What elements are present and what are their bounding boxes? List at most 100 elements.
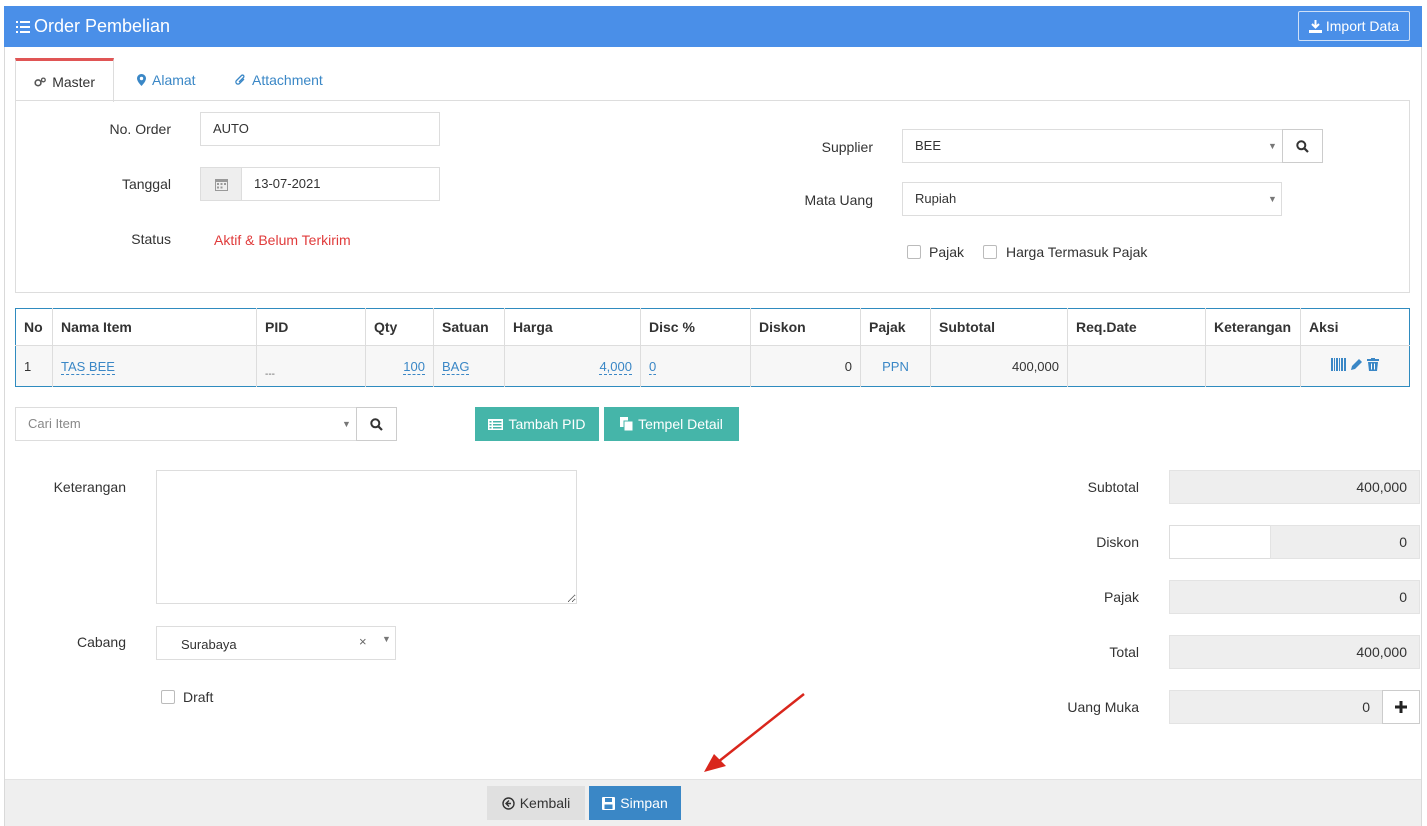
save-button[interactable]: Simpan: [589, 786, 681, 820]
calendar-icon: [214, 178, 228, 191]
list-alt-icon: [488, 418, 504, 430]
supplier-select[interactable]: BEE: [902, 129, 1283, 163]
currency-select[interactable]: Rupiah: [902, 182, 1282, 216]
save-label: Simpan: [620, 795, 668, 811]
summary-tax-label: Pajak: [1103, 589, 1139, 605]
paste-detail-button[interactable]: Tempel Detail: [604, 407, 739, 441]
col-note: Keterangan: [1205, 308, 1301, 346]
cell-discount: 0: [750, 345, 861, 387]
page-title: Order Pembelian: [34, 16, 171, 36]
summary-subtotal-value: 400,000: [1169, 470, 1420, 504]
cell-subtotal: 400,000: [930, 345, 1068, 387]
search-item-caret-icon: ▼: [342, 419, 351, 429]
tab-alamat[interactable]: Alamat: [119, 58, 214, 101]
cell-req-date[interactable]: [1067, 345, 1206, 387]
qty-editable[interactable]: 100: [403, 358, 425, 375]
supplier-search-button[interactable]: [1282, 129, 1323, 163]
add-pid-label: Tambah PID: [508, 416, 586, 432]
col-no: No: [15, 308, 53, 346]
tab-attachment-label: Attachment: [252, 71, 323, 88]
tab-attachment[interactable]: Attachment: [217, 58, 341, 101]
copy-icon: [620, 417, 634, 431]
summary-tax-value: 0: [1169, 580, 1420, 614]
col-item-name: Nama Item: [52, 308, 257, 346]
note-textarea[interactable]: [156, 470, 577, 604]
trash-icon[interactable]: [1366, 358, 1379, 371]
status-value: Aktif & Belum Terkirim: [214, 232, 351, 248]
col-pid: PID: [256, 308, 366, 346]
col-discount: Diskon: [750, 308, 861, 346]
unit-editable[interactable]: BAG: [442, 358, 470, 375]
cell-item-name: TAS BEE: [52, 345, 257, 387]
summary-total-label: Total: [1109, 644, 1139, 660]
clear-icon[interactable]: ×: [359, 634, 367, 649]
back-button[interactable]: Kembali: [487, 786, 585, 820]
pencil-icon[interactable]: [1350, 358, 1363, 371]
paperclip-icon: [235, 73, 245, 85]
tab-master[interactable]: Master: [15, 58, 114, 102]
col-subtotal: Subtotal: [930, 308, 1068, 346]
summary-discount-label: Diskon: [1096, 534, 1139, 550]
cell-tax[interactable]: PPN: [860, 345, 931, 387]
add-pid-button[interactable]: Tambah PID: [475, 407, 599, 441]
summary-dp-value: 0: [1169, 690, 1383, 724]
map-marker-icon: [137, 73, 146, 86]
add-dp-button[interactable]: [1382, 690, 1420, 724]
download-icon: [1308, 19, 1322, 33]
table-row: 1 TAS BEE --- 100 BAG 4,000 0 0 PPN 400,…: [15, 345, 1410, 387]
import-data-label: Import Data: [1325, 18, 1399, 34]
summary-subtotal-label: Subtotal: [1087, 479, 1139, 495]
plus-icon: [1395, 701, 1407, 713]
cell-pid[interactable]: ---: [256, 345, 366, 387]
disc-pct-editable[interactable]: 0: [649, 358, 657, 375]
supplier-label: Supplier: [821, 139, 873, 155]
import-data-button[interactable]: Import Data: [1297, 11, 1410, 41]
calendar-addon[interactable]: [200, 167, 242, 201]
items-table: No Nama Item PID Qty Satuan Harga Disc %…: [15, 308, 1410, 387]
tab-alamat-label: Alamat: [152, 71, 196, 88]
currency-label: Mata Uang: [804, 192, 873, 208]
page-header: Order Pembelian Import Data: [4, 6, 1422, 47]
price-incl-tax-checkbox[interactable]: [983, 245, 997, 259]
cell-price: 4,000: [504, 345, 641, 387]
summary-dp-label: Uang Muka: [1067, 699, 1139, 715]
note-label: Keterangan: [53, 479, 126, 495]
col-unit: Satuan: [433, 308, 505, 346]
search-item-input[interactable]: Cari Item: [15, 407, 357, 441]
summary-discount-value: 0: [1270, 525, 1420, 559]
col-price: Harga: [504, 308, 641, 346]
date-label: Tanggal: [121, 176, 171, 192]
date-input[interactable]: 13-07-2021: [241, 167, 440, 201]
branch-label: Cabang: [76, 634, 126, 650]
col-disc-pct: Disc %: [640, 308, 751, 346]
search-icon: [1296, 139, 1309, 153]
floppy-disk-icon: [602, 796, 616, 810]
cell-note[interactable]: [1205, 345, 1301, 387]
order-no-input[interactable]: AUTO: [200, 112, 440, 146]
arrow-circle-left-icon: [502, 796, 515, 810]
tax-checkbox[interactable]: [907, 245, 921, 259]
col-qty: Qty: [365, 308, 434, 346]
cell-qty: 100: [365, 345, 434, 387]
gears-icon: [34, 76, 46, 86]
currency-caret-icon: ▼: [1268, 194, 1277, 204]
branch-caret-icon: ▼: [382, 634, 391, 644]
search-icon: [370, 417, 383, 431]
summary-total-value: 400,000: [1169, 635, 1420, 669]
cell-action: [1300, 345, 1410, 387]
draft-label: Draft: [183, 689, 214, 705]
price-editable[interactable]: 4,000: [599, 358, 632, 375]
summary-discount-input[interactable]: [1169, 525, 1271, 559]
paste-detail-label: Tempel Detail: [638, 416, 723, 432]
order-no-label: No. Order: [109, 121, 171, 137]
table-header-row: No Nama Item PID Qty Satuan Harga Disc %…: [15, 308, 1410, 346]
col-action: Aksi: [1300, 308, 1410, 346]
tab-master-label: Master: [52, 73, 95, 90]
form-footer: [5, 779, 1421, 826]
item-name-link[interactable]: TAS BEE: [61, 358, 115, 375]
annotation-arrow-icon: [704, 693, 805, 772]
price-incl-tax-label: Harga Termasuk Pajak: [1006, 244, 1148, 260]
search-item-button[interactable]: [356, 407, 397, 441]
draft-checkbox[interactable]: [161, 690, 175, 704]
barcode-icon[interactable]: [1331, 358, 1347, 371]
